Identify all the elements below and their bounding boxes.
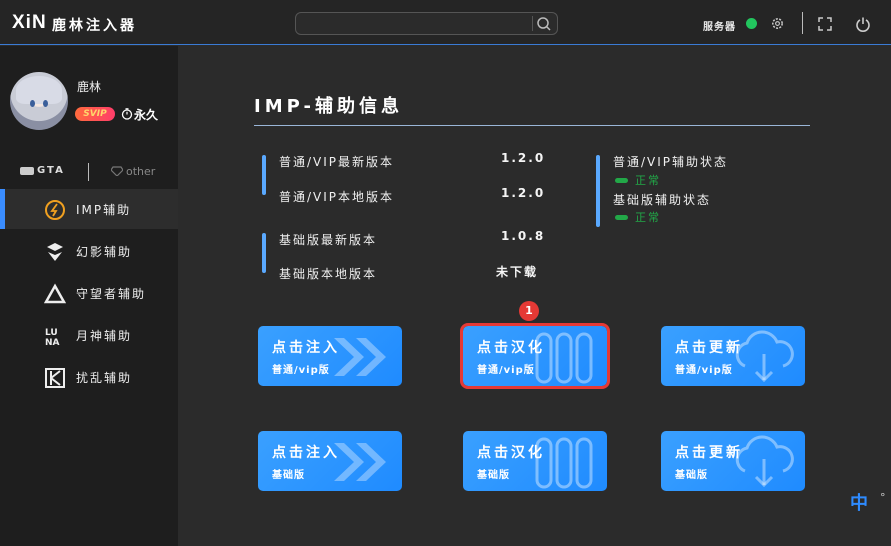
svg-text:NA: NA (45, 338, 60, 347)
username: 鹿林 (77, 80, 102, 94)
localize-basic-button[interactable]: 点击汉化 基础版 (463, 431, 607, 491)
info-group-accent (262, 233, 266, 273)
app-logo: XiN (12, 12, 47, 33)
books-icon (535, 332, 593, 384)
search-input[interactable] (302, 15, 531, 34)
server-label: 服务器 (703, 22, 736, 33)
header-divider (802, 12, 803, 34)
version-value: 1.2.0 (501, 151, 546, 165)
sidebar-item-phantom[interactable]: 幻影辅助 (0, 231, 178, 271)
svg-text:LU: LU (45, 328, 58, 338)
card-subtitle: 基础版 (675, 470, 708, 481)
card-subtitle: 普通/vip版 (675, 365, 733, 376)
status-value: 正常 (635, 211, 661, 224)
gear-icon[interactable] (770, 16, 785, 31)
version-label: 普通/VIP本地版本 (279, 190, 395, 204)
phantom-logo-icon (47, 243, 63, 261)
title-underline (254, 125, 810, 126)
sidebar-item-label: 守望者辅助 (76, 287, 147, 301)
step-badge: 1 (519, 301, 539, 321)
version-label: 基础版最新版本 (279, 233, 378, 247)
version-value: 未下载 (496, 265, 539, 279)
card-subtitle: 普通/vip版 (477, 365, 535, 376)
watcher-logo-icon (44, 283, 66, 304)
version-value: 1.0.8 (501, 229, 546, 243)
fullscreen-icon[interactable] (818, 17, 832, 31)
gta-icon (20, 167, 34, 175)
version-value: 1.2.0 (501, 186, 546, 200)
diamond-icon (111, 166, 123, 176)
game-tabs: GTA other (16, 163, 166, 181)
imp-logo-icon (45, 200, 65, 220)
sidebar: 鹿林 SVIP 永久 GTA other IMP辅助 幻影辅助 守望者辅助 LU… (0, 46, 178, 546)
sidebar-item-label: IMP辅助 (76, 203, 132, 217)
info-group-accent (262, 155, 266, 195)
search-divider (532, 16, 533, 31)
page-title: IMP-辅助信息 (254, 96, 403, 117)
version-label: 基础版本地版本 (279, 267, 378, 281)
sidebar-item-label: 月神辅助 (76, 329, 133, 343)
ime-punct-indicator[interactable]: ° (880, 491, 886, 504)
version-label: 普通/VIP最新版本 (279, 155, 395, 169)
chevrons-right-icon (334, 338, 386, 376)
title-bar: XiN 鹿林注入器 服务器 (0, 0, 891, 45)
update-basic-button[interactable]: 点击更新 基础版 (661, 431, 805, 491)
inject-basic-button[interactable]: 点击注入 基础版 (258, 431, 402, 491)
status-group-accent (596, 155, 600, 227)
ime-mode-indicator[interactable]: 中 (850, 489, 868, 515)
status-label: 基础版辅助状态 (613, 193, 712, 207)
app-title: 鹿林注入器 (52, 18, 137, 34)
localize-vip-button[interactable]: 点击汉化 普通/vip版 (460, 323, 610, 389)
cloud-download-icon (735, 330, 794, 383)
clock-icon (121, 108, 133, 120)
cloud-download-icon (735, 435, 794, 488)
card-subtitle: 普通/vip版 (272, 365, 330, 376)
chevrons-right-icon (334, 443, 386, 481)
update-vip-button[interactable]: 点击更新 普通/vip版 (661, 326, 805, 386)
sidebar-item-label: 扰乱辅助 (76, 371, 133, 385)
search-box[interactable] (295, 12, 558, 35)
sidebar-item-watcher[interactable]: 守望者辅助 (0, 273, 178, 313)
server-status-dot (746, 18, 757, 29)
sidebar-item-label: 幻影辅助 (76, 245, 133, 259)
power-icon[interactable] (855, 16, 871, 32)
books-icon (535, 437, 593, 489)
sidebar-item-imp[interactable]: IMP辅助 (0, 189, 178, 229)
sidebar-item-luna[interactable]: LU NA 月神辅助 (0, 315, 178, 355)
status-label: 普通/VIP辅助状态 (613, 155, 729, 169)
svip-badge: SVIP (75, 107, 115, 121)
status-indicator (615, 178, 628, 183)
status-value: 正常 (635, 174, 661, 187)
avatar[interactable] (10, 72, 68, 130)
card-subtitle: 基础版 (477, 470, 510, 481)
tab-gta[interactable]: GTA (37, 165, 65, 176)
search-icon[interactable] (535, 15, 553, 33)
membership-duration: 永久 (134, 108, 159, 122)
sidebar-item-disrupt[interactable]: 扰乱辅助 (0, 357, 178, 397)
disrupt-logo-icon (45, 368, 65, 388)
tab-divider (88, 163, 89, 181)
luna-logo-icon: LU NA (45, 328, 60, 347)
inject-vip-button[interactable]: 点击注入 普通/vip版 (258, 326, 402, 386)
card-subtitle: 基础版 (272, 470, 305, 481)
status-indicator (615, 215, 628, 220)
tab-other[interactable]: other (126, 165, 155, 178)
